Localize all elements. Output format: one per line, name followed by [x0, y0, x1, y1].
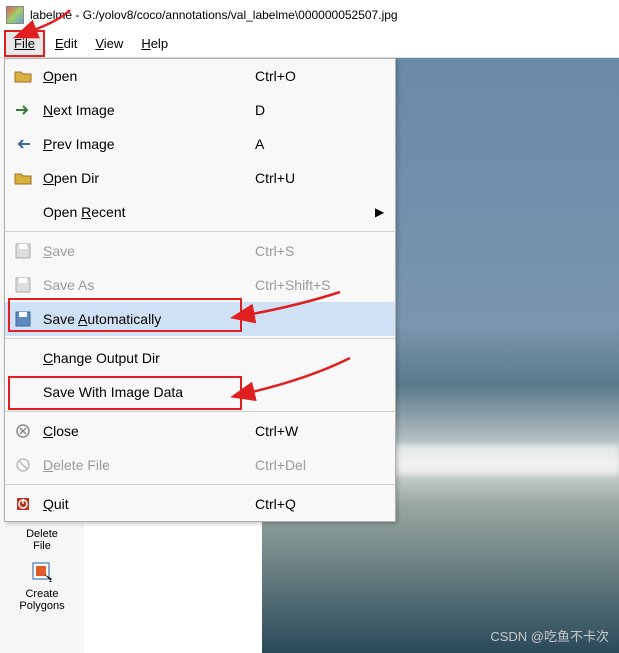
menu-separator — [5, 231, 395, 232]
window-title: labelme - G:/yolov8/coco/annotations/val… — [30, 8, 398, 22]
menu-open[interactable]: Open Ctrl+O — [5, 59, 395, 93]
menubar-edit[interactable]: Edit — [47, 32, 85, 55]
menu-shortcut: Ctrl+Q — [255, 496, 365, 512]
save-as-icon — [13, 275, 33, 295]
menu-delete-file: Delete File Ctrl+Del — [5, 448, 395, 482]
menu-shortcut: D — [255, 102, 365, 118]
menu-change-output-dir[interactable]: Change Output Dir — [5, 341, 395, 375]
menu-shortcut: Ctrl+U — [255, 170, 365, 186]
titlebar: labelme - G:/yolov8/coco/annotations/val… — [0, 0, 619, 30]
close-icon — [13, 421, 33, 441]
arrow-right-icon — [13, 100, 33, 120]
menu-label: Close — [43, 423, 245, 439]
save-icon — [13, 241, 33, 261]
menu-quit[interactable]: Quit Ctrl+Q — [5, 487, 395, 521]
menu-prev-image[interactable]: Prev Image A — [5, 127, 395, 161]
menu-shortcut: Ctrl+W — [255, 423, 365, 439]
menu-separator — [5, 411, 395, 412]
power-icon — [13, 494, 33, 514]
menu-shortcut: Ctrl+Del — [255, 457, 365, 473]
menu-label: Open Dir — [43, 170, 245, 186]
menu-label: Open — [43, 68, 245, 84]
menu-label: Open Recent — [43, 204, 245, 220]
delete-icon — [13, 455, 33, 475]
menu-label: Quit — [43, 496, 245, 512]
menu-shortcut: Ctrl+S — [255, 243, 365, 259]
menu-label: Save As — [43, 277, 245, 293]
menu-save-as: Save As Ctrl+Shift+S — [5, 268, 395, 302]
menu-label: Delete File — [43, 457, 245, 473]
menu-label: Change Output Dir — [43, 350, 245, 366]
menu-separator — [5, 484, 395, 485]
menu-next-image[interactable]: Next Image D — [5, 93, 395, 127]
menu-shortcut: Ctrl+O — [255, 68, 365, 84]
tool-label: Create Polygons — [19, 588, 64, 612]
menubar: File Edit View Help — [0, 30, 619, 58]
menubar-file[interactable]: File — [4, 30, 45, 57]
tool-create-polygons[interactable]: Create Polygons — [6, 558, 78, 612]
save-auto-icon — [13, 309, 33, 329]
menu-close[interactable]: Close Ctrl+W — [5, 414, 395, 448]
menu-separator — [5, 338, 395, 339]
menu-label: Save With Image Data — [43, 384, 245, 400]
menu-label: Save Automatically — [43, 311, 245, 327]
menu-shortcut: Ctrl+Shift+S — [255, 277, 365, 293]
folder-icon — [13, 168, 33, 188]
menubar-help[interactable]: Help — [133, 32, 176, 55]
menu-save-automatically[interactable]: Save Automatically — [5, 302, 395, 336]
submenu-arrow-icon: ▶ — [375, 205, 387, 219]
menu-open-dir[interactable]: Open Dir Ctrl+U — [5, 161, 395, 195]
menu-save-with-image-data[interactable]: Save With Image Data — [5, 375, 395, 409]
menu-shortcut: A — [255, 136, 365, 152]
menu-save: Save Ctrl+S — [5, 234, 395, 268]
menu-label: Save — [43, 243, 245, 259]
file-menu: Open Ctrl+O Next Image D Prev Image A Op… — [4, 58, 396, 522]
menu-open-recent[interactable]: Open Recent ▶ — [5, 195, 395, 229]
menubar-view[interactable]: View — [87, 32, 131, 55]
create-polygons-icon — [28, 558, 56, 586]
blank-icon — [13, 348, 33, 368]
menu-label: Next Image — [43, 102, 245, 118]
folder-open-icon — [13, 66, 33, 86]
tool-label: Delete File — [26, 528, 58, 552]
arrow-left-icon — [13, 134, 33, 154]
watermark: CSDN @吃鱼不卡次 — [490, 626, 609, 645]
blank-icon — [13, 382, 33, 402]
blank-icon — [13, 202, 33, 222]
app-icon — [6, 6, 24, 24]
menu-label: Prev Image — [43, 136, 245, 152]
